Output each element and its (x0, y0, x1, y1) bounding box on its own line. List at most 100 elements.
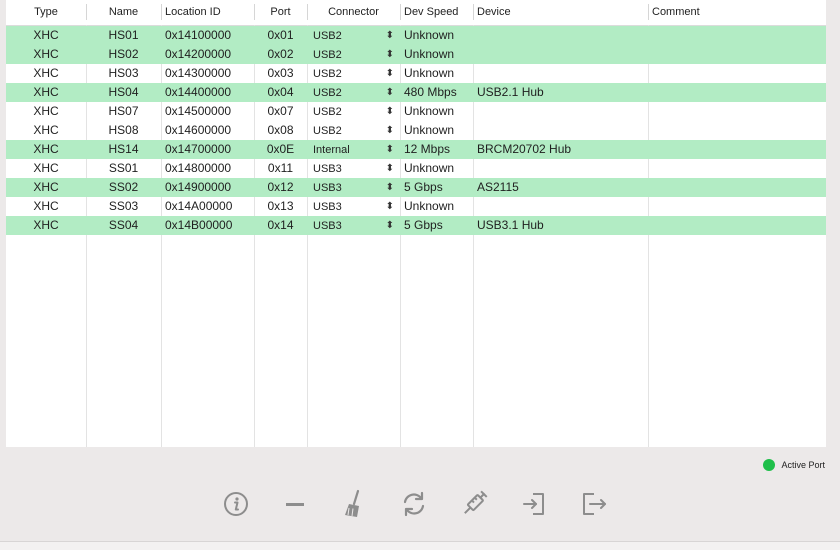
cell-location: 0x14800000 (165, 161, 232, 175)
cell-speed: Unknown (404, 47, 455, 61)
cell-name: SS01 (108, 161, 139, 175)
cell-speed: 5 Gbps (404, 218, 443, 232)
table-header: Type Name Location ID Port Connector Dev Spee… (6, 0, 826, 26)
up-down-chevron-icon: ⬍ (385, 87, 394, 98)
header-separator (254, 4, 255, 20)
connector-select[interactable]: Internal ⬍ (307, 140, 400, 159)
cell-comment[interactable] (648, 178, 826, 197)
cell-comment[interactable] (648, 45, 826, 64)
cell-port: 0x02 (267, 47, 294, 61)
cell-comment[interactable] (648, 159, 826, 178)
cell-comment[interactable] (648, 64, 826, 83)
cell-type: XHC (33, 123, 59, 137)
connector-value: Internal (313, 144, 350, 156)
header-connector[interactable]: Connector (307, 0, 400, 25)
cell-port: 0x13 (267, 199, 294, 213)
cell-port: 0x03 (267, 66, 294, 80)
cell-location: 0x14400000 (165, 85, 232, 99)
cell-device (473, 102, 648, 121)
header-port[interactable]: Port (254, 0, 307, 25)
up-down-chevron-icon: ⬍ (385, 30, 394, 41)
table-row[interactable]: XHC SS02 0x14900000 0x12 USB3 ⬍ 5 Gbps AS2115 (6, 178, 826, 197)
header-separator (400, 4, 401, 20)
clear-button[interactable] (338, 486, 370, 522)
cell-comment[interactable] (648, 216, 826, 235)
up-down-chevron-icon: ⬍ (385, 220, 394, 231)
table-row[interactable]: XHC HS08 0x14600000 0x08 USB2 ⬍ Unknown (6, 121, 826, 140)
cell-name: SS02 (108, 180, 139, 194)
table-row[interactable]: XHC HS04 0x14400000 0x04 USB2 ⬍ 480 Mbps USB2.1… (6, 83, 826, 102)
connector-select[interactable]: USB2 ⬍ (307, 102, 400, 121)
header-separator (648, 4, 649, 20)
cell-name: SS04 (108, 218, 139, 232)
cell-name: HS08 (108, 123, 139, 137)
cell-device (473, 197, 648, 216)
connector-select[interactable]: USB2 ⬍ (307, 26, 400, 45)
connector-select[interactable]: USB2 ⬍ (307, 45, 400, 64)
cell-comment[interactable] (648, 83, 826, 102)
connector-value: USB3 (313, 182, 342, 194)
up-down-chevron-icon: ⬍ (385, 125, 394, 136)
table-row[interactable]: XHC HS02 0x14200000 0x02 USB2 ⬍ Unknown (6, 45, 826, 64)
cell-location: 0x14500000 (165, 104, 232, 118)
toolbar (220, 486, 620, 522)
cell-port: 0x04 (267, 85, 294, 99)
refresh-button[interactable] (398, 486, 430, 522)
cell-comment[interactable] (648, 26, 826, 45)
syringe-icon (464, 490, 488, 514)
connector-value: USB3 (313, 201, 342, 213)
header-comment[interactable]: Comment (648, 0, 826, 25)
cell-comment[interactable] (648, 121, 826, 140)
import-button[interactable] (518, 486, 550, 522)
cell-comment[interactable] (648, 197, 826, 216)
cell-device: BRCM20702 Hub (477, 142, 572, 156)
connector-select[interactable]: USB2 ⬍ (307, 121, 400, 140)
up-down-chevron-icon: ⬍ (385, 49, 394, 60)
table-row[interactable]: XHC SS01 0x14800000 0x11 USB3 ⬍ Unknown (6, 159, 826, 178)
table-row[interactable]: XHC SS03 0x14A00000 0x13 USB3 ⬍ Unknown (6, 197, 826, 216)
header-type[interactable]: Type (6, 0, 86, 25)
cell-name: SS03 (108, 199, 139, 213)
table-row[interactable]: XHC SS04 0x14B00000 0x14 USB3 ⬍ 5 Gbps USB3.1 H… (6, 216, 826, 235)
cell-speed: Unknown (404, 199, 455, 213)
connector-select[interactable]: USB3 ⬍ (307, 178, 400, 197)
connector-select[interactable]: USB3 ⬍ (307, 197, 400, 216)
status-bar (0, 542, 840, 550)
cell-port: 0x12 (267, 180, 294, 194)
header-dev-speed[interactable]: Dev Speed (400, 0, 473, 25)
cell-device: AS2115 (477, 180, 519, 194)
cell-speed: 480 Mbps (404, 85, 457, 99)
up-down-chevron-icon: ⬍ (385, 201, 394, 212)
cell-name: HS02 (108, 47, 139, 61)
export-icon (583, 493, 606, 515)
connector-select[interactable]: USB3 ⬍ (307, 216, 400, 235)
cell-speed: 5 Gbps (404, 180, 443, 194)
usb-ports-table: Type Name Location ID Port Connector Dev Spee… (6, 0, 826, 447)
cell-port: 0x11 (267, 161, 294, 175)
cell-comment[interactable] (648, 102, 826, 121)
cell-device (473, 26, 648, 45)
table-row[interactable]: XHC HS03 0x14300000 0x03 USB2 ⬍ Unknown (6, 64, 826, 83)
table-row[interactable]: XHC HS07 0x14500000 0x07 USB2 ⬍ Unknown (6, 102, 826, 121)
header-device[interactable]: Device (473, 0, 648, 25)
export-button[interactable] (578, 486, 610, 522)
header-location-id[interactable]: Location ID (161, 0, 254, 25)
connector-select[interactable]: USB2 ⬍ (307, 64, 400, 83)
cell-location: 0x14B00000 (165, 218, 233, 232)
header-name[interactable]: Name (86, 0, 161, 25)
cell-speed: Unknown (404, 161, 455, 175)
cell-port: 0x08 (267, 123, 294, 137)
cell-type: XHC (33, 180, 59, 194)
remove-button[interactable] (279, 486, 311, 522)
cell-device: USB2.1 Hub (477, 85, 544, 99)
table-row[interactable]: XHC HS01 0x14100000 0x01 USB2 ⬍ Unknown (6, 26, 826, 45)
connector-select[interactable]: USB3 ⬍ (307, 159, 400, 178)
cell-comment[interactable] (648, 140, 826, 159)
table-row[interactable]: XHC HS14 0x14700000 0x0E Internal ⬍ 12 Mbps BRC… (6, 140, 826, 159)
connector-select[interactable]: USB2 ⬍ (307, 83, 400, 102)
refresh-icon (403, 491, 425, 517)
info-button[interactable] (220, 486, 252, 522)
inject-button[interactable] (458, 486, 490, 522)
minus-icon (286, 503, 304, 506)
cell-name: HS07 (108, 104, 139, 118)
